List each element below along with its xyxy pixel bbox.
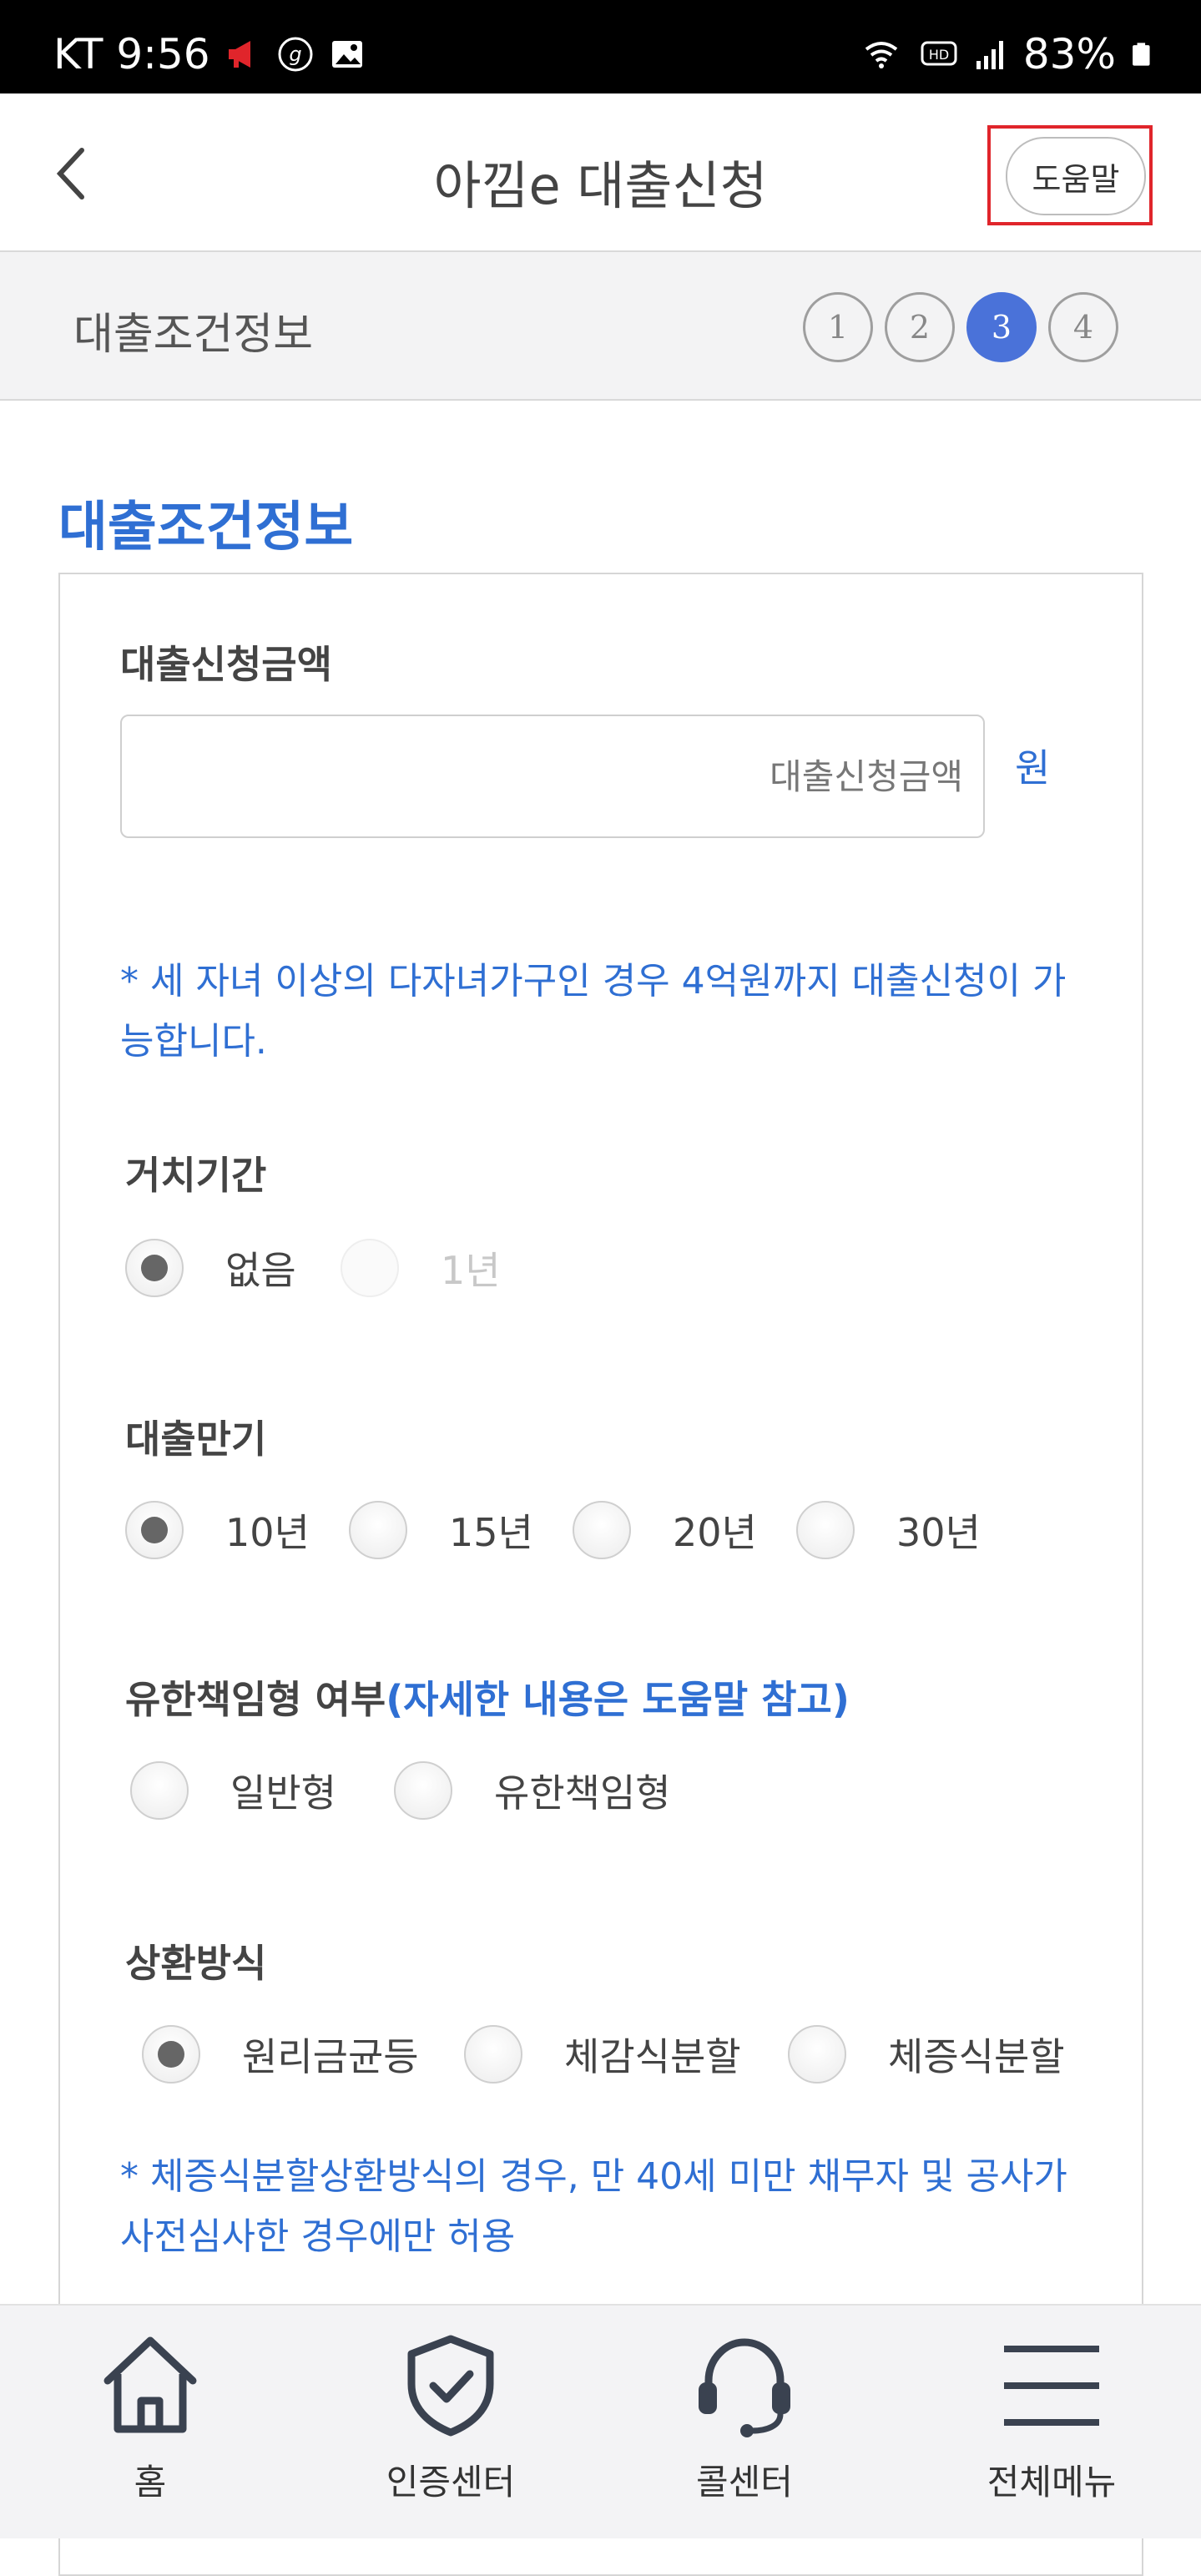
term-15-radio[interactable] <box>349 1501 407 1559</box>
liability-general-radio[interactable] <box>130 1761 189 1820</box>
megaphone-icon <box>228 41 250 68</box>
nav-call-center-label: 콜센터 <box>696 2462 793 2503</box>
term-20-radio[interactable] <box>573 1501 631 1559</box>
currency-unit: 원 <box>1015 745 1051 790</box>
section-title: 대출조건정보 <box>58 497 354 558</box>
grace-none-option[interactable]: 없음 <box>125 1239 296 1297</box>
liability-limited-option[interactable]: 유한책임형 <box>394 1761 671 1820</box>
repay-increasing-option[interactable]: 체증식분할 <box>788 2025 1065 2084</box>
repay-equal-radio[interactable] <box>142 2025 200 2084</box>
liability-general-option[interactable]: 일반형 <box>130 1761 336 1820</box>
term-10-radio[interactable] <box>125 1501 184 1559</box>
repay-equal-label: 원리금균등 <box>242 2034 419 2079</box>
term-30-option[interactable]: 30년 <box>796 1501 981 1559</box>
nav-all-menu-label: 전체메뉴 <box>987 2462 1117 2503</box>
wifi-icon <box>865 42 898 68</box>
shield-check-icon <box>407 2335 494 2437</box>
step-3-active: 3 <box>966 292 1037 362</box>
svg-text:HD: HD <box>929 47 949 63</box>
step-title: 대출조건정보 <box>73 310 314 360</box>
help-highlight-frame: 도움말 <box>987 125 1153 225</box>
repay-equal-option[interactable]: 원리금균등 <box>142 2025 419 2084</box>
grace-none-radio[interactable] <box>125 1239 184 1297</box>
nav-home[interactable]: 홈 <box>25 2331 275 2505</box>
term-10-label: 10년 <box>225 1510 310 1555</box>
app-header: 아낌e 대출신청 도움말 <box>0 93 1201 252</box>
nav-auth-center-label: 인증센터 <box>386 2462 516 2503</box>
nav-all-menu[interactable]: 전체메뉴 <box>926 2331 1177 2505</box>
repay-decreasing-option[interactable]: 체감식분할 <box>464 2025 741 2084</box>
multi-child-note: * 세 자녀 이상의 다자녀가구인 경우 4억원까지 대출신청이 가능합니다. <box>120 960 1067 1063</box>
loan-amount-input[interactable] <box>122 716 983 836</box>
signal-icon <box>976 41 1003 69</box>
repayment-label: 상환방식 <box>125 1941 267 1986</box>
headset-icon <box>699 2338 790 2437</box>
liability-limited-radio[interactable] <box>394 1761 452 1820</box>
bottom-nav: 홈 인증센터 콜센터 전체메뉴 <box>0 2304 1201 2538</box>
repay-decreasing-label: 체감식분할 <box>564 2034 741 2079</box>
increasing-repayment-note: * 체증식분할상환방식의 경우, 만 40세 미만 채무자 및 공사가 사전심사… <box>120 2155 1067 2258</box>
liability-limited-label: 유한책임형 <box>494 1770 671 1816</box>
nav-call-center[interactable]: 콜센터 <box>619 2331 870 2505</box>
repay-increasing-radio[interactable] <box>788 2025 846 2084</box>
hd-voice-icon: HD <box>921 41 957 66</box>
grace-1year-option: 1년 <box>341 1239 501 1297</box>
repay-decreasing-radio[interactable] <box>464 2025 522 2084</box>
liability-type-label: 유한책임형 여부(자세한 내용은 도움말 참고) <box>125 1669 850 1725</box>
liability-type-text: 유한책임형 여부 <box>125 1677 386 1722</box>
loan-conditions-card <box>58 573 1143 2576</box>
grace-period-label: 거치기간 <box>125 1153 267 1198</box>
g-app-icon: g <box>278 37 313 72</box>
repay-increasing-label: 체증식분할 <box>888 2034 1065 2079</box>
term-10-option[interactable]: 10년 <box>125 1501 310 1559</box>
nav-auth-center[interactable]: 인증센터 <box>325 2331 576 2505</box>
step-1: 1 <box>803 292 873 362</box>
home-icon <box>103 2336 197 2433</box>
step-4: 4 <box>1048 292 1118 362</box>
gallery-icon <box>331 41 362 68</box>
grace-none-label: 없음 <box>225 1248 296 1293</box>
liability-general-label: 일반형 <box>230 1770 336 1816</box>
step-indicator: 1 2 3 4 <box>803 292 1118 362</box>
loan-term-label: 대출만기 <box>125 1417 267 1462</box>
step-2: 2 <box>885 292 955 362</box>
nav-home-label: 홈 <box>134 2462 167 2503</box>
hamburger-menu-icon <box>1004 2346 1099 2426</box>
status-bar: KT 9:56 g HD 83% <box>0 0 1201 93</box>
svg-text:g: g <box>289 43 301 66</box>
grace-1year-radio <box>341 1239 399 1297</box>
help-button[interactable]: 도움말 <box>1006 137 1146 215</box>
battery-icon <box>1133 43 1150 66</box>
term-30-radio[interactable] <box>796 1501 855 1559</box>
liability-help-hint: (자세한 내용은 도움말 참고) <box>386 1677 850 1722</box>
term-15-option[interactable]: 15년 <box>349 1501 533 1559</box>
battery-percent: 83% <box>1022 30 1116 78</box>
step-bar: 대출조건정보 1 2 3 4 <box>0 252 1201 401</box>
term-20-option[interactable]: 20년 <box>573 1501 757 1559</box>
loan-amount-field-box <box>120 715 985 838</box>
loan-amount-label: 대출신청금액 <box>120 642 332 687</box>
term-15-label: 15년 <box>449 1510 533 1555</box>
term-20-label: 20년 <box>673 1510 757 1555</box>
term-30-label: 30년 <box>896 1510 981 1555</box>
carrier-time: KT 9:56 <box>53 30 210 78</box>
grace-1year-label: 1년 <box>441 1248 501 1293</box>
